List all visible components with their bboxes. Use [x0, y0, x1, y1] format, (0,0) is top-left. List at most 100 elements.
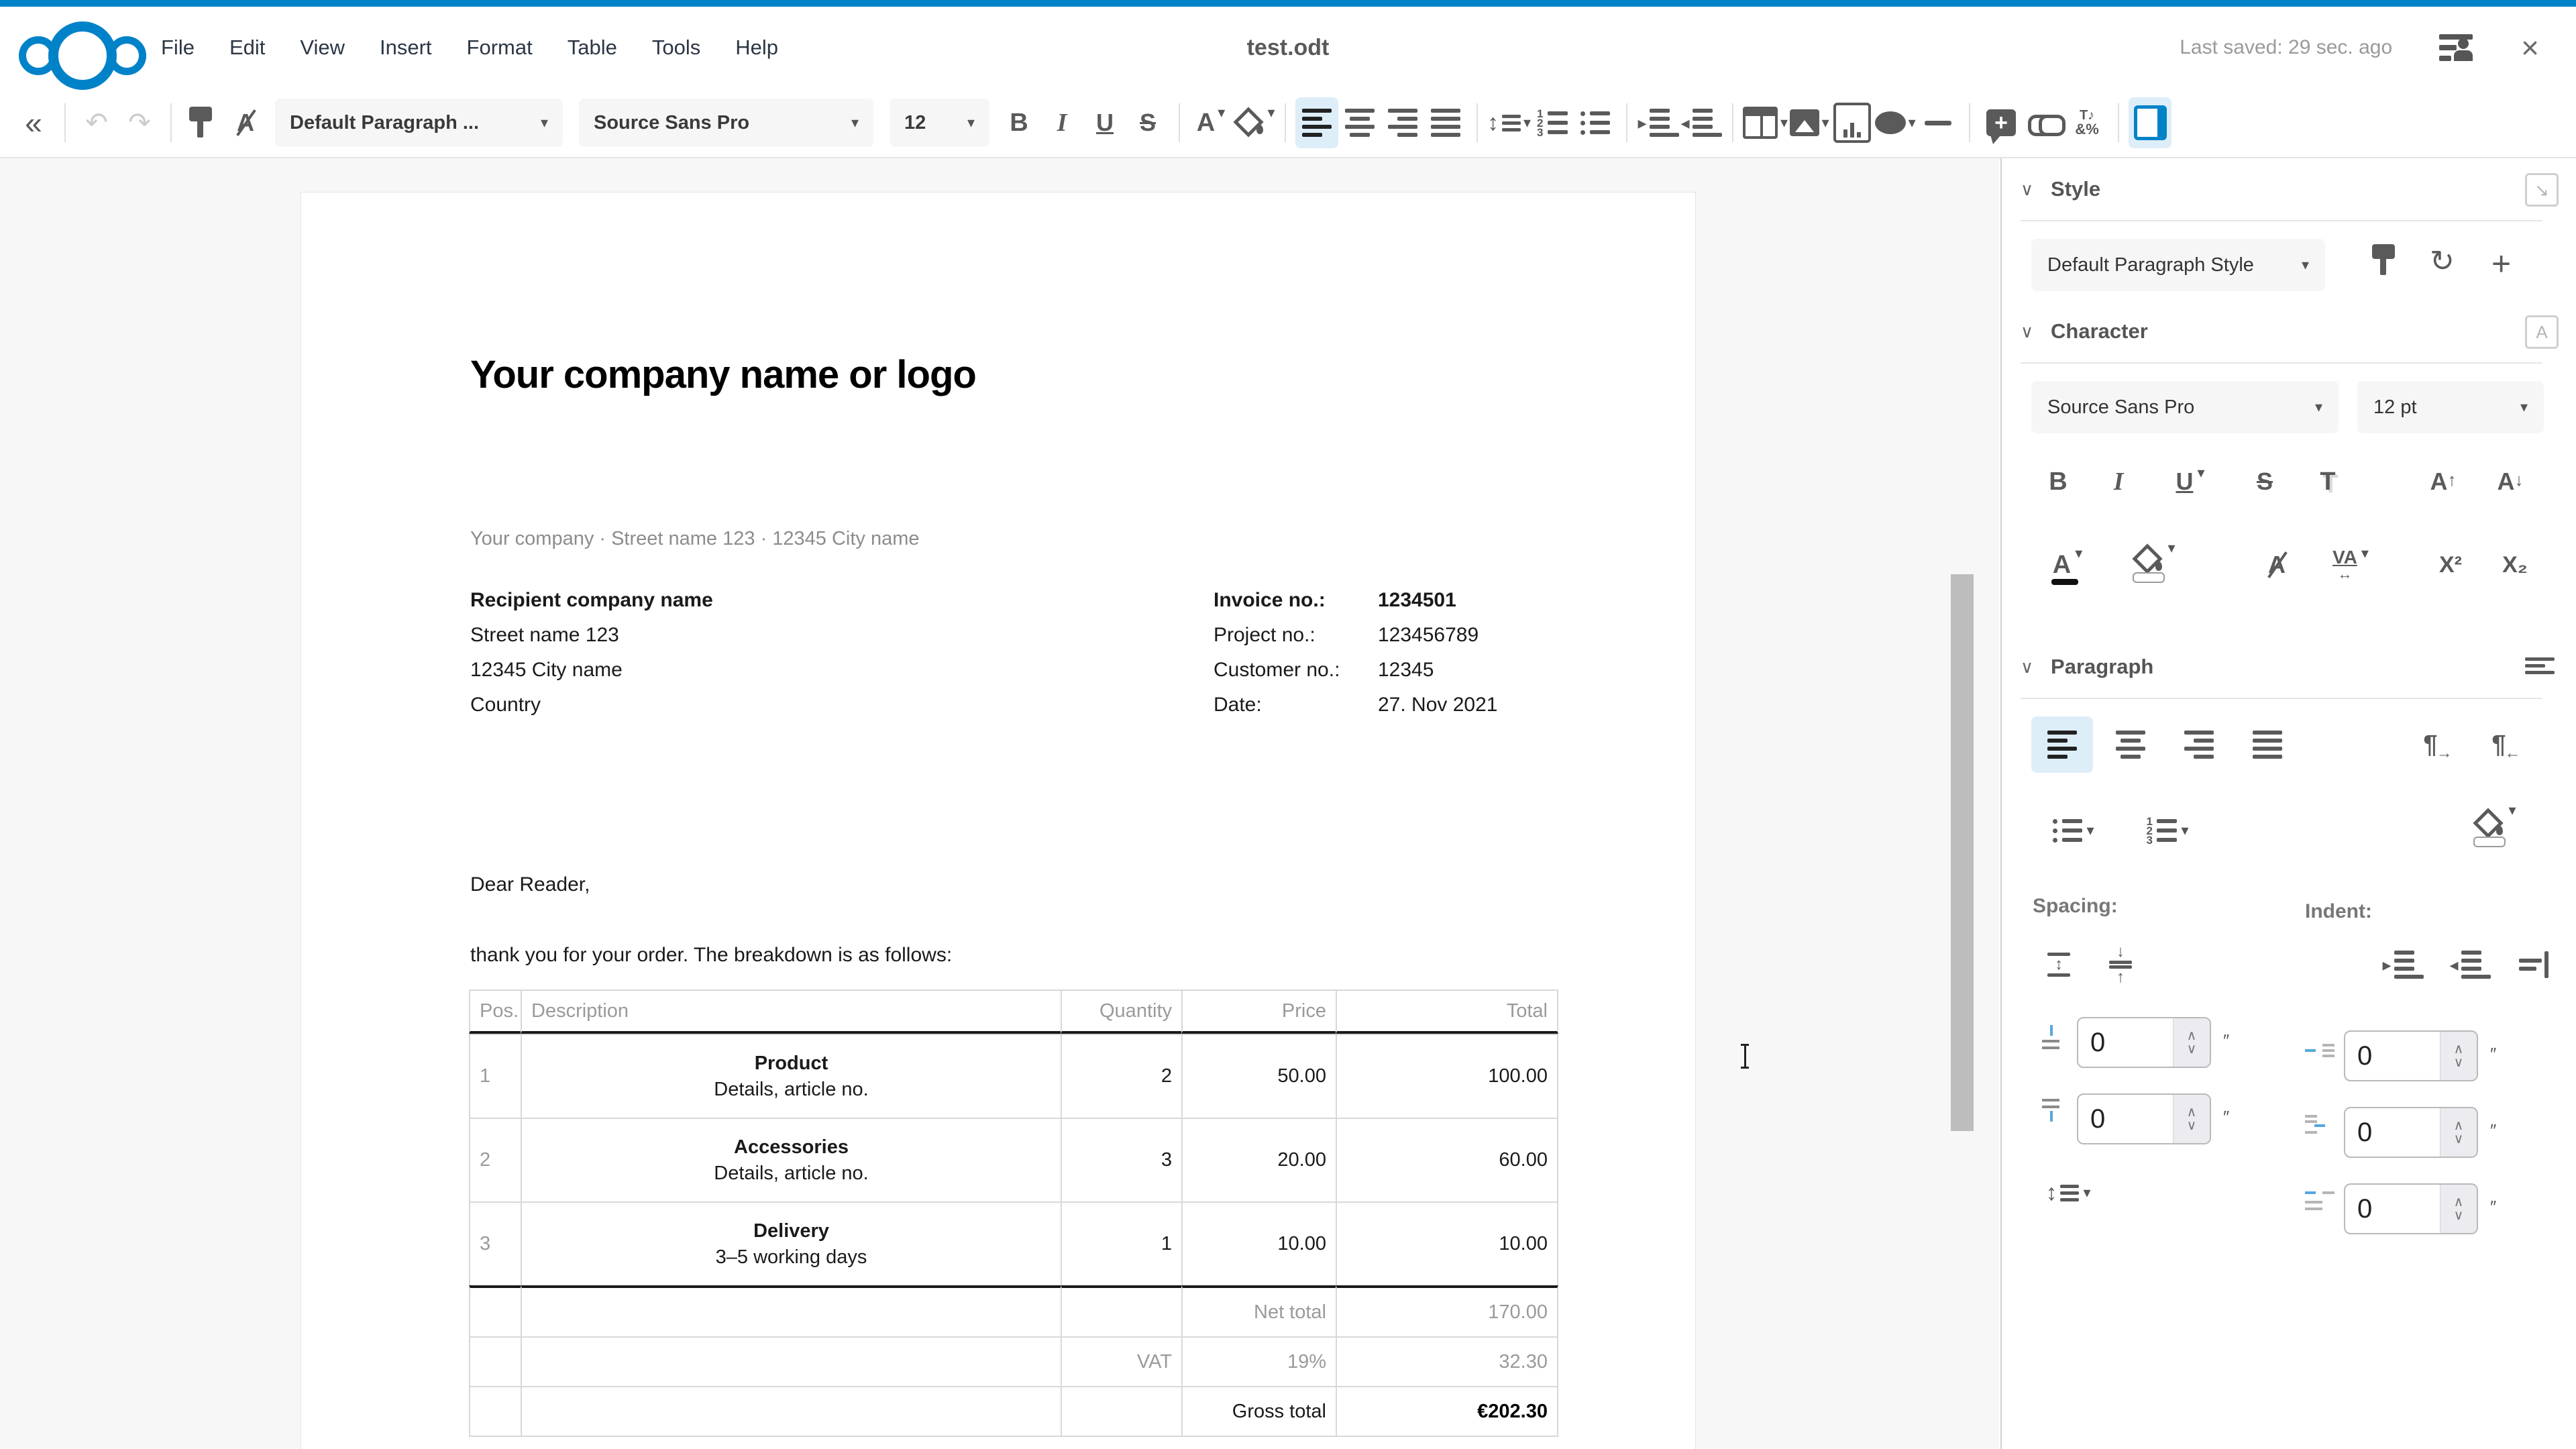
indent-before-input[interactable]: 0 ∧∨ [2344, 1030, 2478, 1081]
bullet-list-button[interactable] [1574, 97, 1617, 148]
font-name-select[interactable]: Source Sans Pro ▾ [579, 99, 873, 147]
menu-view[interactable]: View [300, 36, 345, 60]
align-center-button[interactable] [1338, 97, 1381, 148]
left-to-right-button[interactable]: ¶ → [2407, 716, 2469, 773]
update-style-button[interactable]: ↻ [2430, 244, 2455, 278]
indent-after-icon [2305, 1115, 2332, 1142]
align-left-button[interactable] [2031, 716, 2093, 773]
spinner-buttons[interactable]: ∧∨ [2173, 1018, 2210, 1067]
strikethrough-button[interactable]: S [2238, 453, 2292, 510]
justify-button[interactable] [2237, 716, 2298, 773]
space-below-input[interactable]: 0 ∧∨ [2077, 1093, 2211, 1144]
underline-button[interactable]: U ▾ [2155, 453, 2226, 510]
font-color-button[interactable]: A ▾ [2031, 537, 2104, 593]
spinner-buttons[interactable]: ∧∨ [2173, 1095, 2210, 1143]
sidebar-font-size-select[interactable]: 12 pt ▾ [2357, 381, 2544, 433]
grow-font-button[interactable]: A↑ [2412, 453, 2474, 510]
decrease-indent-button[interactable]: ◂ [2436, 936, 2504, 993]
shrink-font-button[interactable]: A↓ [2479, 453, 2541, 510]
paragraph-background-button[interactable]: ▾ [2449, 796, 2540, 852]
highlight-color-button[interactable]: ▾ [1232, 97, 1275, 148]
hanging-indent-button[interactable] [2504, 936, 2564, 993]
detach-panel-icon[interactable]: ↘ [2525, 173, 2559, 207]
insert-image-button[interactable]: ▾ [1788, 97, 1831, 148]
paragraph-dialog-icon[interactable] [2525, 657, 2555, 674]
undo-button[interactable]: ↶ [75, 97, 118, 148]
increase-paragraph-spacing-button[interactable]: ↕ [2031, 936, 2086, 993]
paragraph-section-header[interactable]: ∨ Paragraph [2021, 655, 2153, 679]
character-spacing-button[interactable]: VA↔ ▾ [2312, 537, 2390, 593]
italic-button[interactable]: I [2092, 453, 2145, 510]
align-left-button[interactable] [1295, 97, 1338, 148]
menu-format[interactable]: Format [467, 36, 533, 60]
font-color-button[interactable]: A ▾ [1189, 97, 1232, 148]
spinner-buttons[interactable]: ∧∨ [2440, 1032, 2477, 1080]
clone-formatting-button[interactable] [2372, 244, 2399, 276]
insert-comment-button[interactable]: + [1980, 97, 2023, 148]
line-spacing-button[interactable]: ↕ ▾ [2031, 1165, 2105, 1221]
new-style-button[interactable]: + [2491, 244, 2511, 283]
line-spacing-button[interactable]: ↕ ▾ [1487, 97, 1531, 148]
menu-tools[interactable]: Tools [652, 36, 700, 60]
align-right-button[interactable] [2168, 716, 2230, 773]
character-section-header[interactable]: ∨ Character [2021, 319, 2148, 343]
bold-button[interactable]: B [2031, 453, 2085, 510]
insert-chart-button[interactable] [1831, 97, 1874, 148]
style-section-header[interactable]: ∨ Style [2021, 177, 2100, 201]
collapse-toolbar-button[interactable]: « [12, 97, 55, 148]
character-dialog-icon[interactable]: A [2525, 315, 2559, 349]
insert-horizontal-line-button[interactable] [1917, 97, 1960, 148]
menu-edit[interactable]: Edit [229, 36, 265, 60]
document-page[interactable]: Your company name or logo Your company ·… [301, 192, 1696, 1449]
spinner-buttons[interactable]: ∧∨ [2440, 1185, 2477, 1233]
bold-button[interactable]: B [998, 97, 1040, 148]
ordered-list-button[interactable]: 1 2 3 ▾ [2125, 802, 2210, 859]
increase-indent-button[interactable]: ▸ [2369, 936, 2436, 993]
align-right-button[interactable] [1381, 97, 1424, 148]
vat-value: 32.30 [1336, 1336, 1558, 1386]
ordered-list-button[interactable]: 1 2 3 [1531, 97, 1574, 148]
insert-shape-button[interactable]: ▾ [1874, 97, 1917, 148]
shadow-button[interactable]: T [2301, 453, 2355, 510]
space-above-input[interactable]: 0 ∧∨ [2077, 1017, 2211, 1068]
align-center-button[interactable] [2100, 716, 2161, 773]
bullet-list-button[interactable]: ▾ [2031, 802, 2116, 859]
clear-formatting-button[interactable]: A [2249, 537, 2305, 593]
justify-button[interactable] [1424, 97, 1467, 148]
menu-help[interactable]: Help [735, 36, 778, 60]
insert-table-button[interactable]: ▾ [1743, 97, 1788, 148]
customer-no-label: Customer no.: [1214, 653, 1378, 688]
document-canvas[interactable]: Your company name or logo Your company ·… [0, 158, 1999, 1449]
strikethrough-button[interactable]: S [1126, 97, 1169, 148]
right-to-left-button[interactable]: ¶ ← [2475, 716, 2537, 773]
first-line-indent-input[interactable]: 0 ∧∨ [2344, 1183, 2478, 1234]
spinner-buttons[interactable]: ∧∨ [2440, 1108, 2477, 1157]
highlight-color-button[interactable]: ▾ [2114, 531, 2192, 588]
font-size-select[interactable]: 12 ▾ [890, 99, 989, 147]
underline-button[interactable]: U [1083, 97, 1126, 148]
subscript-button[interactable]: X₂ [2486, 537, 2544, 593]
sidebar-font-name-select[interactable]: Source Sans Pro ▾ [2031, 381, 2339, 433]
nextcloud-office-app: test.odt File Edit View Insert Format Ta… [0, 0, 2576, 1449]
superscript-button[interactable]: X² [2422, 537, 2479, 593]
row-pos: 1 [469, 1034, 521, 1118]
redo-button[interactable]: ↷ [118, 97, 161, 148]
decrease-indent-button[interactable]: ◂ [1680, 97, 1723, 148]
increase-indent-button[interactable]: ▸ [1637, 97, 1680, 148]
following-users-icon[interactable] [2439, 33, 2474, 62]
indent-after-input[interactable]: 0 ∧∨ [2344, 1107, 2478, 1158]
vertical-scrollbar-thumb[interactable] [1951, 574, 1974, 1131]
sidebar-toggle-button[interactable] [2129, 97, 2171, 148]
italic-button[interactable]: I [1040, 97, 1083, 148]
special-character-button[interactable]: T♪ &% [2065, 97, 2108, 148]
paragraph-style-sidebar-select[interactable]: Default Paragraph Style ▾ [2031, 239, 2325, 291]
menu-file[interactable]: File [161, 36, 195, 60]
paragraph-style-select[interactable]: Default Paragraph ... ▾ [275, 99, 563, 147]
clear-formatting-button[interactable]: A [224, 97, 267, 148]
close-icon[interactable]: × [2521, 32, 2539, 63]
menu-table[interactable]: Table [568, 36, 617, 60]
insert-link-button[interactable] [2023, 97, 2065, 148]
decrease-paragraph-spacing-button[interactable]: ↓↑ [2093, 936, 2148, 993]
menu-insert[interactable]: Insert [380, 36, 432, 60]
clone-formatting-button[interactable] [181, 97, 224, 148]
